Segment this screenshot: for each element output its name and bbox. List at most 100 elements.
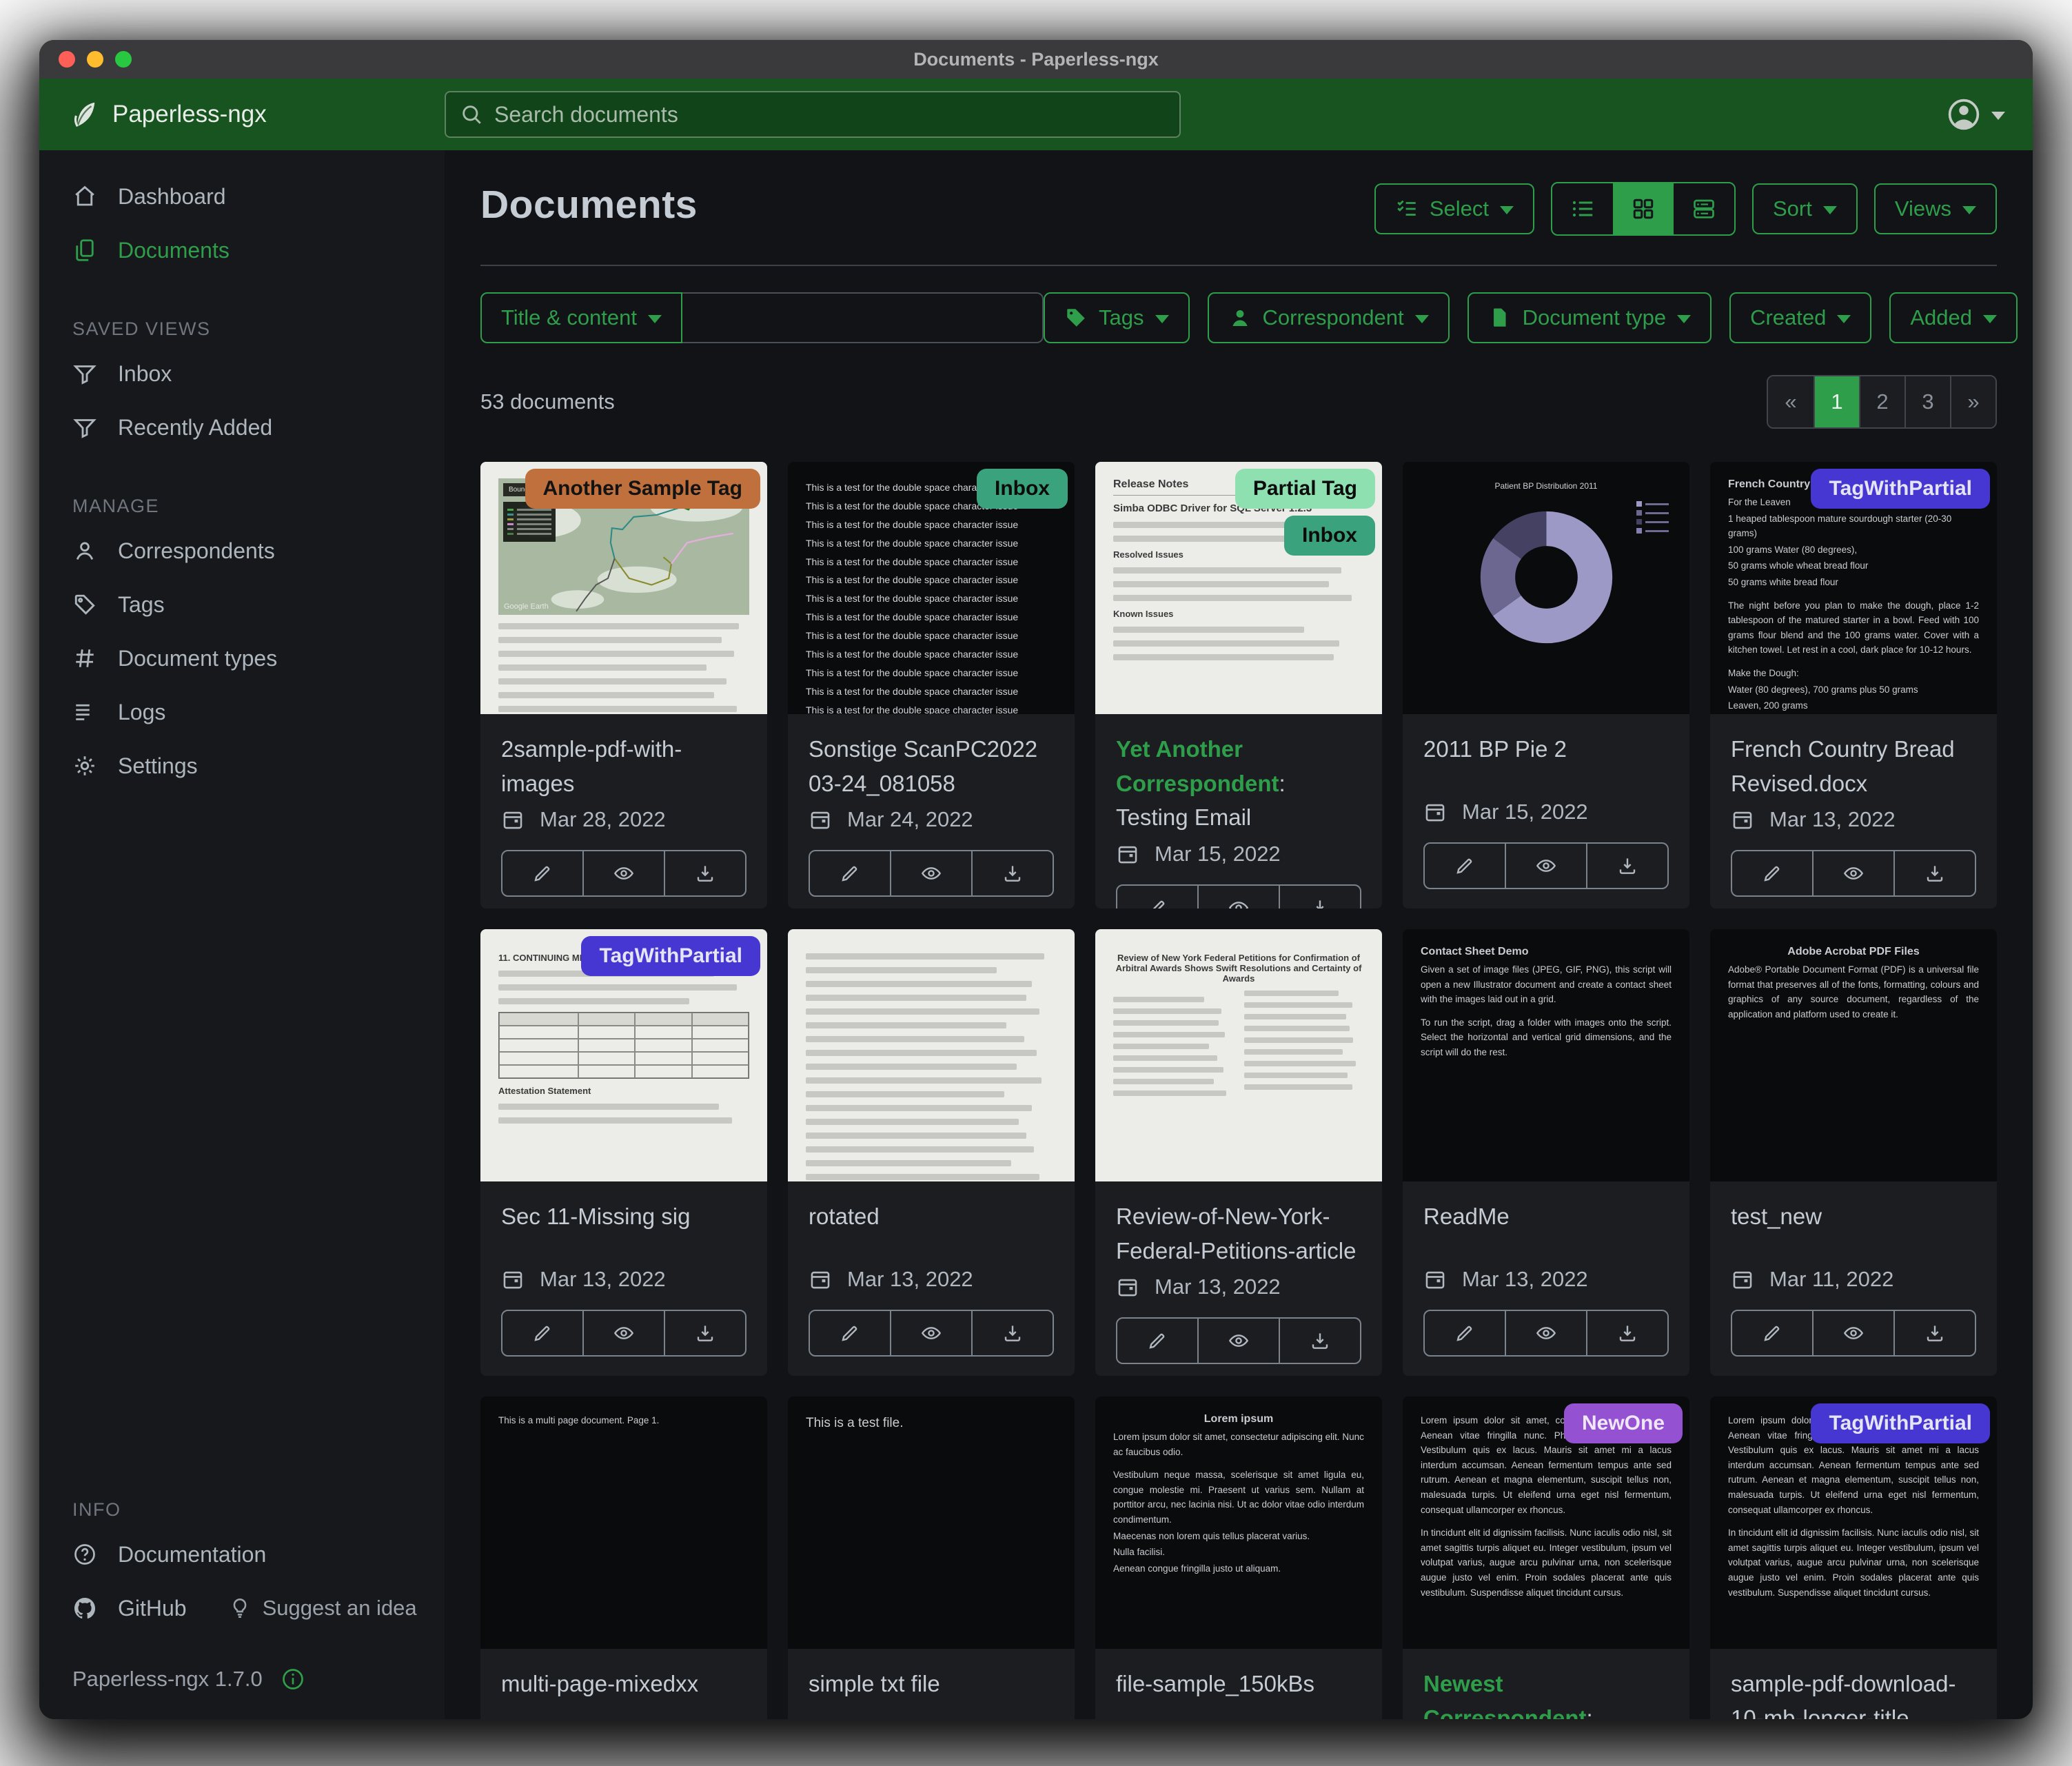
tag-badge[interactable]: TagWithPartial bbox=[1811, 1403, 1990, 1443]
filter-button-created[interactable]: Created bbox=[1729, 292, 1871, 343]
detail-view-button[interactable] bbox=[1674, 183, 1734, 234]
tag-badge[interactable]: TagWithPartial bbox=[581, 936, 760, 976]
list-view-button[interactable] bbox=[1552, 183, 1613, 234]
select-button[interactable]: Select bbox=[1374, 183, 1534, 234]
document-title[interactable]: file-sample_150kBs bbox=[1116, 1667, 1361, 1701]
document-thumbnail[interactable]: Lorem ipsumLorem ipsum dolor sit amet, c… bbox=[1095, 1397, 1382, 1649]
view-button[interactable] bbox=[890, 850, 973, 897]
document-thumbnail[interactable]: Patient BP Distribution 2011 bbox=[1403, 462, 1689, 714]
document-title[interactable]: rotated bbox=[809, 1199, 1054, 1234]
document-thumbnail[interactable]: Partial TagInbox Release NotesSimba ODBC… bbox=[1095, 462, 1382, 714]
edit-button[interactable] bbox=[809, 850, 891, 897]
edit-button[interactable] bbox=[1731, 1310, 1814, 1357]
filter-button-document-type[interactable]: Document type bbox=[1467, 292, 1712, 343]
close-window-button[interactable] bbox=[59, 51, 75, 68]
edit-button[interactable] bbox=[501, 1310, 584, 1357]
edit-button[interactable] bbox=[1116, 1317, 1199, 1364]
document-thumbnail[interactable]: This is a test file. bbox=[788, 1397, 1075, 1649]
view-button[interactable] bbox=[582, 1310, 665, 1357]
page-button-1[interactable]: 1 bbox=[1814, 376, 1859, 427]
title-content-filter-button[interactable]: Title & content bbox=[480, 292, 682, 343]
edit-button[interactable] bbox=[1731, 850, 1814, 897]
edit-button[interactable] bbox=[501, 850, 584, 897]
document-title[interactable]: test_new bbox=[1731, 1199, 1976, 1234]
document-title[interactable]: ReadMe bbox=[1423, 1199, 1669, 1234]
sidebar-item-tags[interactable]: Tags bbox=[39, 578, 445, 631]
info-circle-icon[interactable] bbox=[281, 1667, 305, 1692]
title-content-input[interactable] bbox=[682, 292, 1044, 343]
download-button[interactable] bbox=[971, 850, 1054, 897]
page-button-»[interactable]: » bbox=[1950, 376, 1995, 427]
filter-button-tags[interactable]: Tags bbox=[1044, 292, 1189, 343]
document-title[interactable]: simple txt file bbox=[809, 1667, 1054, 1701]
filter-button-correspondent[interactable]: Correspondent bbox=[1208, 292, 1450, 343]
download-button[interactable] bbox=[1893, 850, 1976, 897]
page-button-3[interactable]: 3 bbox=[1905, 376, 1950, 427]
document-thumbnail[interactable]: This is a multi page document. Page 1. bbox=[480, 1397, 767, 1649]
document-thumbnail[interactable]: TagWithPartial 11. CONTINUING MEDICAL ED… bbox=[480, 929, 767, 1181]
search-input[interactable] bbox=[494, 102, 1166, 128]
view-button[interactable] bbox=[1197, 1317, 1280, 1364]
sidebar-item-dashboard[interactable]: Dashboard bbox=[39, 170, 445, 223]
document-thumbnail[interactable]: TagWithPartial French Country BreadFor t… bbox=[1710, 462, 1997, 714]
sidebar-item-documents[interactable]: Documents bbox=[39, 223, 445, 277]
grid-view-button[interactable] bbox=[1613, 183, 1674, 234]
download-button[interactable] bbox=[971, 1310, 1054, 1357]
download-button[interactable] bbox=[664, 1310, 746, 1357]
document-title[interactable]: 2011 BP Pie 2 bbox=[1423, 732, 1669, 767]
sort-button[interactable]: Sort bbox=[1752, 183, 1858, 234]
user-menu[interactable] bbox=[1946, 97, 2005, 132]
download-button[interactable] bbox=[1586, 1310, 1669, 1357]
document-title[interactable]: Sonstige ScanPC2022 03-24_081058 bbox=[809, 732, 1054, 800]
edit-button[interactable] bbox=[1423, 1310, 1506, 1357]
document-thumbnail[interactable]: Inbox This is a test for the double spac… bbox=[788, 462, 1075, 714]
views-button[interactable]: Views bbox=[1874, 183, 1997, 234]
minimize-window-button[interactable] bbox=[87, 51, 103, 68]
zoom-window-button[interactable] bbox=[115, 51, 132, 68]
download-button[interactable] bbox=[1279, 884, 1361, 909]
page-button-«[interactable]: « bbox=[1768, 376, 1814, 427]
suggest-idea-link[interactable]: Suggest an idea bbox=[228, 1596, 417, 1621]
tag-badge[interactable]: Another Sample Tag bbox=[525, 469, 760, 509]
sidebar-item-documentation[interactable]: Documentation bbox=[39, 1528, 445, 1581]
document-thumbnail[interactable]: Review of New York Federal Petitions for… bbox=[1095, 929, 1382, 1181]
edit-button[interactable] bbox=[1423, 842, 1506, 889]
page-button-2[interactable]: 2 bbox=[1859, 376, 1905, 427]
document-thumbnail[interactable] bbox=[788, 929, 1075, 1181]
view-button[interactable] bbox=[1812, 850, 1895, 897]
correspondent-link[interactable]: Newest Correspondent bbox=[1423, 1671, 1587, 1719]
sidebar-item-github[interactable]: GitHub bbox=[39, 1581, 187, 1635]
document-thumbnail[interactable]: TagWithPartial Lorem ipsum dolor sit ame… bbox=[1710, 1397, 1997, 1649]
document-title[interactable]: Review-of-New-York-Federal-Petitions-art… bbox=[1116, 1199, 1361, 1268]
view-button[interactable] bbox=[1197, 884, 1280, 909]
download-button[interactable] bbox=[664, 850, 746, 897]
document-title[interactable]: Yet Another Correspondent: Testing Email bbox=[1116, 732, 1361, 835]
edit-button[interactable] bbox=[1116, 884, 1199, 909]
view-button[interactable] bbox=[890, 1310, 973, 1357]
correspondent-link[interactable]: Yet Another Correspondent bbox=[1116, 736, 1279, 796]
view-button[interactable] bbox=[1505, 842, 1587, 889]
view-button[interactable] bbox=[582, 850, 665, 897]
sidebar-item-logs[interactable]: Logs bbox=[39, 685, 445, 739]
document-title[interactable]: 2sample-pdf-with-images bbox=[501, 732, 746, 800]
document-title[interactable]: Newest Correspondent: f_combineds bbox=[1423, 1667, 1669, 1719]
sidebar-item-document-types[interactable]: Document types bbox=[39, 631, 445, 685]
edit-button[interactable] bbox=[809, 1310, 891, 1357]
tag-badge[interactable]: Inbox bbox=[1284, 516, 1375, 556]
download-button[interactable] bbox=[1586, 842, 1669, 889]
sidebar-item-settings[interactable]: Settings bbox=[39, 739, 445, 793]
sidebar-item-correspondents[interactable]: Correspondents bbox=[39, 524, 445, 578]
document-thumbnail[interactable]: Another Sample Tag Boundary Waters TripG… bbox=[480, 462, 767, 714]
document-title[interactable]: French Country Bread Revised.docx bbox=[1731, 732, 1976, 800]
download-button[interactable] bbox=[1279, 1317, 1361, 1364]
view-button[interactable] bbox=[1812, 1310, 1895, 1357]
document-title[interactable]: Sec 11-Missing sig bbox=[501, 1199, 746, 1234]
sidebar-item-inbox[interactable]: Inbox bbox=[39, 347, 445, 400]
tag-badge[interactable]: Partial Tag bbox=[1235, 469, 1375, 509]
download-button[interactable] bbox=[1893, 1310, 1976, 1357]
sidebar-item-recently-added[interactable]: Recently Added bbox=[39, 400, 445, 454]
document-title[interactable]: multi-page-mixedxx bbox=[501, 1667, 746, 1701]
filter-button-added[interactable]: Added bbox=[1889, 292, 2018, 343]
document-thumbnail[interactable]: Contact Sheet DemoGiven a set of image f… bbox=[1403, 929, 1689, 1181]
tag-badge[interactable]: Inbox bbox=[977, 469, 1068, 509]
